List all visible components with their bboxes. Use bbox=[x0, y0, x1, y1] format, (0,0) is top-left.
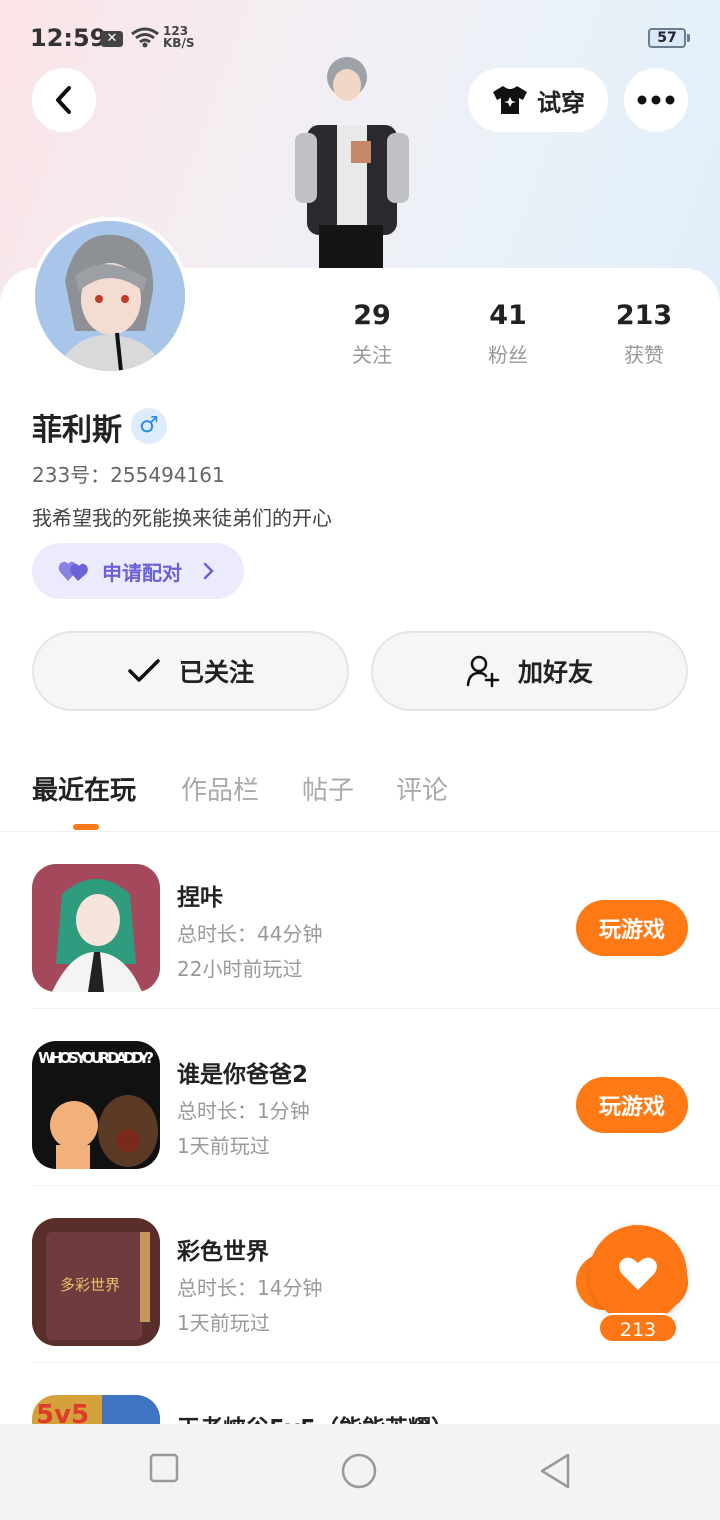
add-friend-button[interactable]: 加好友 bbox=[371, 631, 688, 711]
stat-value: 41 bbox=[489, 300, 527, 331]
game-duration: 总时长：1分钟 bbox=[177, 1099, 310, 1123]
chevron-left-icon bbox=[56, 86, 71, 114]
avatar-3d-figure bbox=[285, 55, 415, 270]
more-dots-icon bbox=[637, 95, 675, 105]
avatar[interactable] bbox=[31, 217, 189, 375]
tab-posts[interactable]: 帖子 bbox=[302, 770, 354, 807]
heart-icon bbox=[619, 1257, 657, 1290]
recent-apps-icon[interactable] bbox=[148, 1452, 180, 1484]
network-speed: 123 KB/S bbox=[163, 25, 194, 49]
stat-value: 29 bbox=[353, 300, 391, 331]
game-title: 彩色世界 bbox=[177, 1239, 269, 1265]
profile-bio: 我希望我的死能换来徒弟们的开心 bbox=[32, 506, 332, 530]
game-last-played: 1天前玩过 bbox=[177, 1134, 270, 1158]
wifi-icon bbox=[131, 27, 159, 48]
profile-uid: 233号：255494161 bbox=[32, 463, 225, 487]
battery-indicator: 57 bbox=[648, 28, 690, 48]
profile-name: 菲利斯 bbox=[32, 413, 122, 448]
list-item[interactable]: 捏咔 总时长：44分钟 22小时前玩过 玩游戏 bbox=[0, 832, 720, 1009]
system-navigation-bar bbox=[0, 1424, 720, 1520]
play-game-button[interactable]: 玩游戏 bbox=[576, 1077, 688, 1133]
stat-label: 获赞 bbox=[624, 343, 664, 367]
add-user-icon bbox=[466, 655, 500, 688]
home-icon[interactable] bbox=[340, 1452, 378, 1490]
game-icon bbox=[32, 864, 160, 992]
game-title: 捏咔 bbox=[177, 885, 223, 911]
like-button[interactable] bbox=[589, 1225, 687, 1323]
try-on-button[interactable]: 试穿 bbox=[468, 68, 608, 132]
list-item[interactable]: WHO'S YOUR DADDY? 谁是你爸爸2 总时长：1分钟 1天前玩过 玩… bbox=[0, 1009, 720, 1186]
more-options-button[interactable] bbox=[624, 68, 688, 132]
network-speed-unit: KB/S bbox=[163, 36, 195, 50]
game-duration: 总时长：44分钟 bbox=[177, 922, 323, 946]
stat-value: 213 bbox=[615, 300, 673, 331]
back-nav-icon[interactable] bbox=[538, 1452, 572, 1490]
tab-works[interactable]: 作品栏 bbox=[181, 770, 259, 807]
stat-label: 粉丝 bbox=[488, 343, 528, 367]
like-count: 213 bbox=[598, 1313, 678, 1343]
checkmark-icon bbox=[128, 659, 160, 682]
add-friend-label: 加好友 bbox=[517, 658, 593, 687]
profile-tabs: 最近在玩 作品栏 帖子 评论 bbox=[0, 770, 720, 832]
game-icon: 多彩世界 bbox=[32, 1218, 160, 1346]
shirt-icon bbox=[493, 86, 527, 114]
stat-following[interactable]: 29 关注 bbox=[312, 300, 432, 368]
request-pair-label: 申请配对 bbox=[102, 560, 182, 585]
gender-male-icon: ♂ bbox=[131, 408, 167, 444]
game-last-played: 1天前玩过 bbox=[177, 1311, 270, 1335]
try-on-label: 试穿 bbox=[537, 88, 585, 117]
game-duration: 总时长：14分钟 bbox=[177, 1276, 323, 1300]
double-heart-icon bbox=[58, 561, 88, 581]
tab-comments[interactable]: 评论 bbox=[396, 770, 448, 807]
game-icon-text: 多彩世界 bbox=[60, 1276, 120, 1294]
status-time: 12:59 bbox=[30, 24, 107, 52]
request-pair-button[interactable]: 申请配对 bbox=[32, 543, 244, 599]
followed-button[interactable]: 已关注 bbox=[32, 631, 349, 711]
game-icon-text: WHO'S YOUR DADDY? bbox=[38, 1049, 154, 1067]
game-icon: WHO'S YOUR DADDY? bbox=[32, 1041, 160, 1169]
game-last-played: 22小时前玩过 bbox=[177, 957, 303, 981]
tab-recently-played[interactable]: 最近在玩 bbox=[32, 770, 136, 807]
game-title: 谁是你爸爸2 bbox=[177, 1062, 309, 1088]
back-button[interactable] bbox=[32, 68, 96, 132]
play-game-button[interactable]: 玩游戏 bbox=[576, 900, 688, 956]
stat-label: 关注 bbox=[352, 343, 392, 367]
followed-label: 已关注 bbox=[178, 658, 254, 687]
stat-likes[interactable]: 213 获赞 bbox=[584, 300, 704, 368]
stat-followers[interactable]: 41 粉丝 bbox=[448, 300, 568, 368]
tab-active-indicator bbox=[73, 824, 99, 830]
notification-icon: ✕ bbox=[101, 31, 123, 47]
chevron-right-icon bbox=[203, 562, 214, 580]
